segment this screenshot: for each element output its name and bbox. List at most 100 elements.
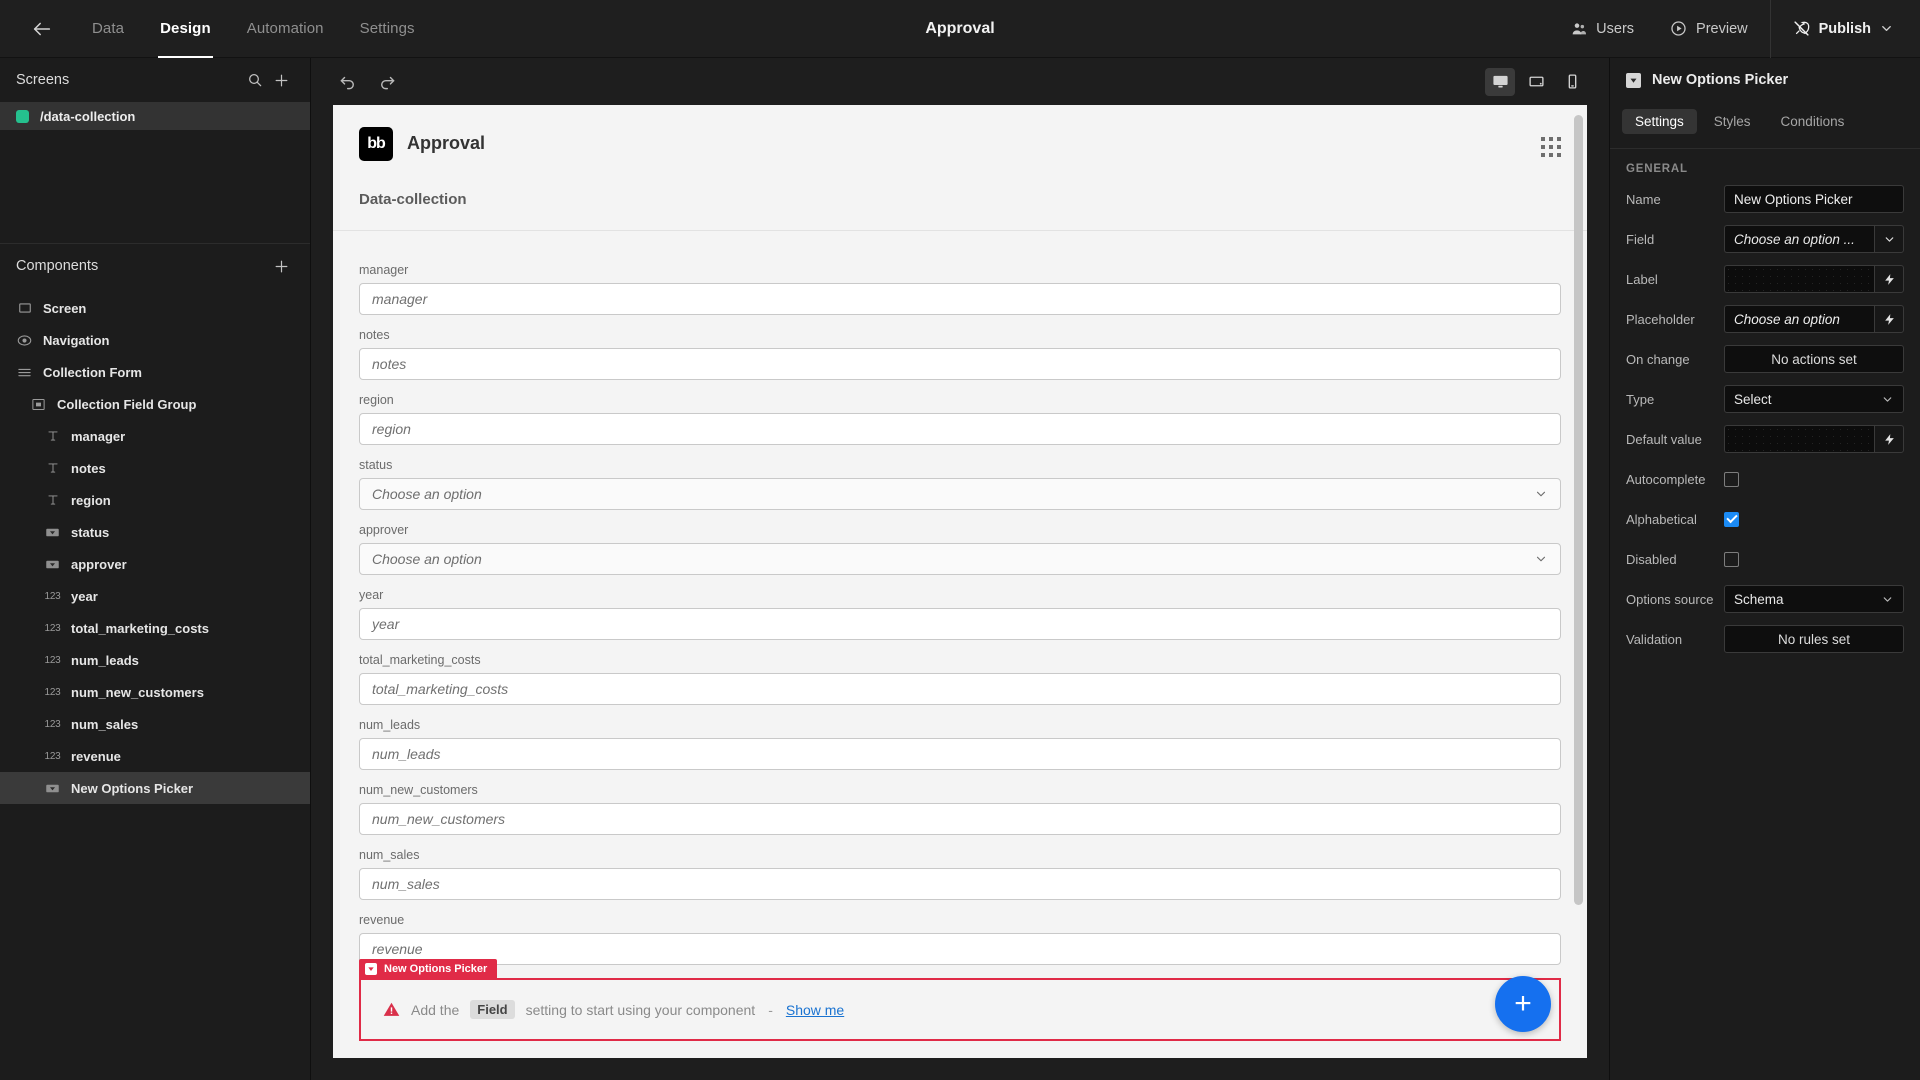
number-icon: 123 [44, 750, 61, 762]
form-field-label: num_sales [359, 848, 420, 862]
number-icon: 123 [44, 654, 61, 666]
label-binding-button[interactable] [1874, 265, 1904, 293]
setting-label-type: Type [1626, 391, 1655, 407]
label-input[interactable] [1724, 265, 1874, 293]
default-value-input[interactable] [1724, 425, 1874, 453]
undo-button[interactable] [333, 67, 363, 97]
form-field-input[interactable]: num_new_customers [359, 803, 1561, 835]
users-button[interactable]: Users [1553, 0, 1652, 58]
alphabetical-checkbox[interactable] [1724, 511, 1739, 527]
component-tree-item[interactable]: region [0, 484, 310, 516]
tab-styles[interactable]: Styles [1701, 109, 1764, 134]
redo-button[interactable] [371, 67, 401, 97]
component-tree-item[interactable]: approver [0, 548, 310, 580]
screen-item-data-collection[interactable]: /data-collection [0, 102, 310, 130]
setting-label-field: Field [1626, 231, 1655, 247]
component-tree-item-label: notes [71, 460, 106, 476]
setting-row-alphabetical: Alphabetical [1626, 503, 1904, 535]
component-tree-item[interactable]: Collection Form [0, 356, 310, 388]
selected-component-tag[interactable]: New Options Picker [359, 959, 498, 978]
form-field: total_marketing_costs total_marketing_cos… [359, 653, 1561, 705]
setting-row-type: Type Select [1626, 383, 1904, 415]
form-field-input[interactable]: manager [359, 283, 1561, 315]
form-field-select[interactable]: Choose an option [359, 543, 1561, 575]
undo-icon [340, 76, 354, 90]
component-tree-item[interactable]: Navigation [0, 324, 310, 356]
default-value-binding-button[interactable] [1874, 425, 1904, 453]
placeholder-input[interactable]: Choose an option [1724, 305, 1874, 333]
canvas-scrollbar-thumb[interactable] [1574, 115, 1583, 905]
number-icon: 123 [44, 718, 61, 730]
nav-tab-design-label: Design [160, 20, 211, 37]
main-nav-tabs: Data Design Automation Settings [74, 0, 433, 58]
grid-menu-icon[interactable] [1541, 127, 1561, 157]
form-field-input[interactable]: revenue [359, 933, 1561, 965]
center-area: bb Approval Data-collection manager manag… [311, 58, 1609, 1080]
component-tree-item[interactable]: New Options Picker [0, 772, 310, 804]
component-tree-item[interactable]: 123 num_sales [0, 708, 310, 740]
form-field-input[interactable]: num_leads [359, 738, 1561, 770]
back-button[interactable] [20, 7, 64, 51]
plus-icon [275, 260, 287, 272]
disabled-checkbox[interactable] [1724, 551, 1739, 567]
device-desktop-button[interactable] [1485, 67, 1515, 96]
onchange-actions-button[interactable]: No actions set [1724, 345, 1904, 373]
validation-rules-button[interactable]: No rules set [1724, 625, 1904, 653]
component-tree-item[interactable]: manager [0, 420, 310, 452]
component-tree-item[interactable]: Collection Field Group [0, 388, 310, 420]
component-tree-item[interactable]: 123 revenue [0, 740, 310, 772]
component-tree-item[interactable]: 123 num_leads [0, 644, 310, 676]
tab-conditions[interactable]: Conditions [1768, 109, 1858, 134]
form-field-input[interactable]: num_sales [359, 868, 1561, 900]
nav-tab-automation[interactable]: Automation [229, 0, 342, 58]
publish-button[interactable]: Publish [1775, 0, 1879, 58]
component-tree-item-label: Collection Field Group [57, 396, 197, 412]
canvas-scrollbar[interactable] [1574, 111, 1583, 1052]
device-tablet-button[interactable] [1521, 68, 1551, 96]
text-icon [44, 493, 61, 507]
options-source-select[interactable]: Schema [1724, 585, 1904, 613]
users-label: Users [1596, 20, 1635, 37]
field-dropdown-button[interactable] [1874, 225, 1904, 253]
search-screens-button[interactable] [242, 67, 268, 93]
form-field-label: status [359, 458, 393, 472]
component-tree-item[interactable]: notes [0, 452, 310, 484]
settings-tabs: Settings Styles Conditions [1610, 102, 1920, 140]
component-tree-item-label: New Options Picker [71, 780, 194, 796]
component-tree-item[interactable]: 123 total_marketing_costs [0, 612, 310, 644]
form-field-label: manager [359, 263, 409, 277]
nav-tab-data[interactable]: Data [74, 0, 142, 58]
type-select[interactable]: Select [1724, 385, 1904, 413]
show-me-link[interactable]: Show me [786, 1002, 844, 1018]
component-tree-item[interactable]: 123 year [0, 580, 310, 612]
form-field-select[interactable]: Choose an option [359, 478, 1561, 510]
component-tree-item[interactable]: Screen [0, 292, 310, 324]
component-setup-alert: Add the Field setting to start using your … [383, 1000, 844, 1019]
form-field-input[interactable]: notes [359, 348, 1561, 380]
device-mobile-button[interactable] [1557, 68, 1587, 96]
form-field: num_leads num_leads [359, 718, 1561, 770]
add-screen-button[interactable] [268, 67, 294, 93]
add-component-fab[interactable]: + [1495, 976, 1551, 1032]
form-field-input[interactable]: region [359, 413, 1561, 445]
component-tree-item-label: region [71, 492, 111, 508]
publish-rocket-icon [1794, 21, 1809, 36]
options-picker-placeholder[interactable]: Add the Field setting to start using your … [359, 978, 1561, 1041]
autocomplete-checkbox[interactable] [1724, 471, 1739, 487]
publish-dropdown-button[interactable] [1879, 21, 1898, 36]
component-tree-item-label: approver [71, 556, 127, 572]
nav-tab-settings[interactable]: Settings [342, 0, 433, 58]
placeholder-binding-button[interactable] [1874, 305, 1904, 333]
field-select[interactable]: Choose an option ... [1724, 225, 1874, 253]
tab-settings[interactable]: Settings [1622, 108, 1697, 134]
name-input[interactable]: New Options Picker [1724, 185, 1904, 213]
form-field: revenue revenue [359, 913, 1561, 965]
preview-button[interactable]: Preview [1652, 0, 1766, 58]
component-tree-item[interactable]: status [0, 516, 310, 548]
form-field-input[interactable]: year [359, 608, 1561, 640]
component-tree-item[interactable]: 123 num_new_customers [0, 676, 310, 708]
selected-component-block[interactable]: New Options Picker Add the Field setting to… [359, 959, 1561, 1041]
nav-tab-design[interactable]: Design [142, 0, 229, 58]
add-component-button[interactable] [268, 253, 294, 279]
form-field-input[interactable]: total_marketing_costs [359, 673, 1561, 705]
